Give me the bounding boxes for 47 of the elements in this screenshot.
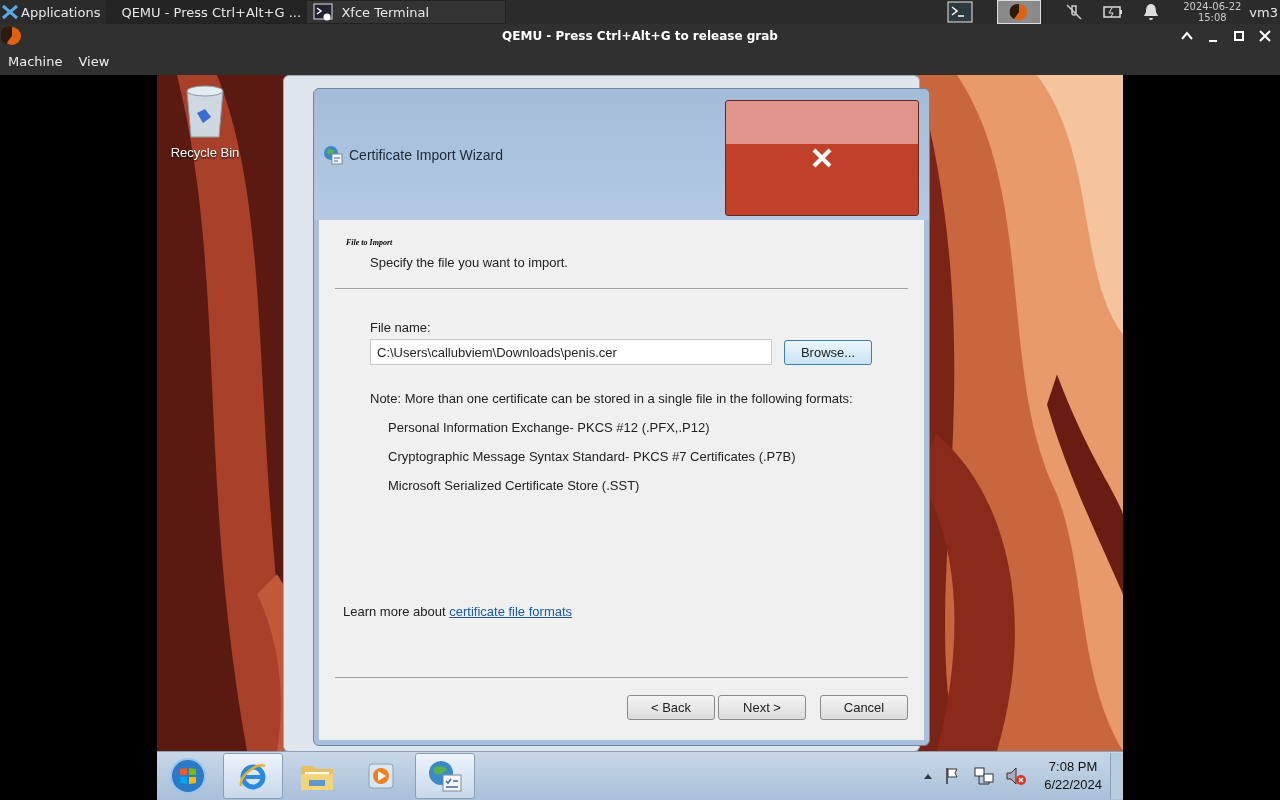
start-orb-icon[interactable]	[169, 757, 207, 795]
certificate-icon	[427, 759, 463, 793]
learn-more-text: Learn more about certificate file formats	[343, 604, 574, 619]
close-icon	[811, 148, 833, 168]
xfce-logo-icon	[2, 4, 18, 20]
dialog-title: Certificate Import Wizard	[349, 146, 504, 163]
show-hidden-icons-icon[interactable]	[923, 772, 934, 780]
terminal-icon[interactable]	[947, 1, 974, 23]
notification-bell-icon[interactable]	[1143, 3, 1160, 21]
browse-button[interactable]: Browse...	[784, 339, 872, 365]
qemu-icon	[1009, 2, 1030, 22]
taskbar-button[interactable]: QEMU - Press Ctrl+Alt+G ...	[106, 0, 307, 24]
note-text: Note: More than one certificate can be stored in a single file in the following formats:	[370, 391, 854, 406]
menu-item[interactable]: View	[78, 54, 110, 69]
back-button[interactable]: < Back	[627, 695, 715, 720]
next-button[interactable]: Next >	[718, 695, 806, 720]
desktop-icon-label[interactable]: Recycle Bin	[170, 145, 240, 160]
close-icon[interactable]	[1258, 29, 1272, 43]
cancel-button[interactable]: Cancel	[820, 695, 908, 720]
muted-speaker-icon[interactable]	[1005, 765, 1028, 787]
qemu-tray-button[interactable]	[997, 0, 1042, 24]
taskbar-button[interactable]: Xfce Terminal	[306, 0, 507, 24]
network-icon[interactable]	[973, 765, 996, 787]
media-player-icon	[365, 760, 397, 792]
panel-clock[interactable]: 2024-06-22 15:08	[1183, 1, 1242, 23]
format-item: Microsoft Serialized Certificate Store (.SST)	[388, 478, 641, 493]
battery-icon[interactable]	[1103, 5, 1124, 19]
maximize-icon[interactable]	[1232, 29, 1246, 43]
file-name-field[interactable]: C:\Users\callubviem\Downloads\penis.cer	[370, 339, 772, 365]
applications-menu[interactable]: Applications	[0, 0, 107, 24]
qemu-logo-icon	[1, 25, 23, 47]
certificate-icon	[323, 144, 343, 165]
taskbar-button[interactable]	[415, 753, 475, 799]
taskbar-button[interactable]	[223, 753, 283, 799]
window-title: QEMU - Press Ctrl+Alt+G to release grab	[502, 29, 778, 43]
menu-item[interactable]: Machine	[8, 54, 63, 69]
page-description: Specify the file you want to import.	[370, 255, 569, 270]
format-item: Personal Information Exchange- PKCS #12 (.PFX,.P12)	[388, 420, 711, 435]
taskbar-clock[interactable]: 7:08 PM 6/22/2024	[1044, 758, 1102, 794]
close-button[interactable]	[725, 100, 919, 216]
link[interactable]: certificate file formats	[449, 604, 573, 619]
muted-microphone-icon[interactable]	[1065, 3, 1084, 21]
page-heading: File to Import	[346, 238, 394, 247]
terminal-icon	[313, 3, 334, 21]
user-name[interactable]: vm3	[1249, 4, 1280, 20]
format-item: Cryptographic Message Syntax Standard- PKCS #7 Certificates (.P7B)	[388, 449, 797, 464]
field-label: File name:	[370, 320, 432, 335]
